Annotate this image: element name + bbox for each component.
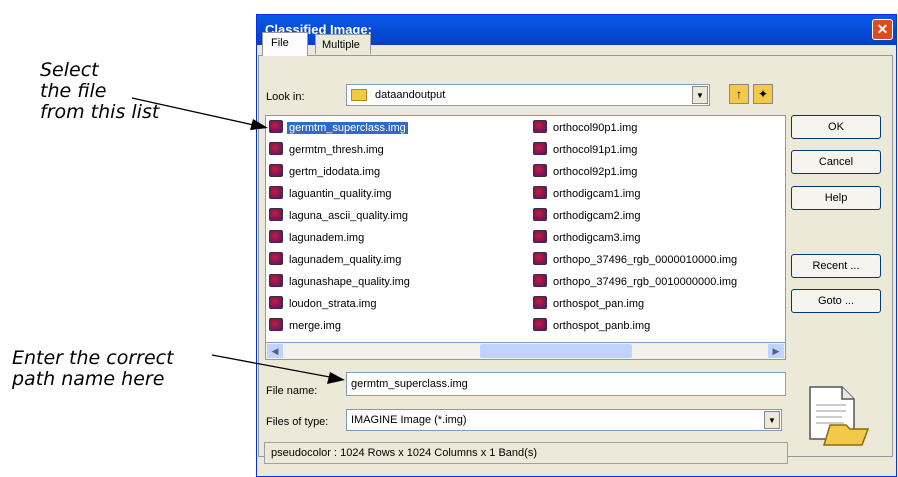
image-file-icon xyxy=(269,230,283,243)
callout-select-file: Select the file from this list xyxy=(40,59,160,123)
horizontal-scrollbar[interactable]: ◀ ▶ xyxy=(265,343,786,360)
list-item[interactable]: orthodigcam3.img xyxy=(533,230,642,246)
up-folder-icon: ↑ xyxy=(736,87,742,101)
list-item[interactable]: loudon_strata.img xyxy=(269,296,378,312)
list-item[interactable]: orthodigcam2.img xyxy=(533,208,642,224)
ok-button[interactable]: OK xyxy=(791,115,881,139)
image-file-icon xyxy=(533,252,547,265)
image-file-icon xyxy=(533,208,547,221)
list-item[interactable]: orthocol91p1.img xyxy=(533,142,639,158)
list-item[interactable]: orthopo_37496_rgb_0010000000.img xyxy=(533,274,739,290)
list-item[interactable]: germtm_thresh.img xyxy=(269,142,386,158)
scroll-right-button[interactable]: ▶ xyxy=(768,344,784,358)
image-file-icon xyxy=(533,142,547,155)
image-file-icon xyxy=(269,296,283,309)
list-item[interactable]: orthodigcam1.img xyxy=(533,186,642,202)
list-item[interactable]: germtm_superclass.img xyxy=(269,120,408,136)
image-file-icon xyxy=(533,274,547,287)
chevron-down-icon[interactable]: ▼ xyxy=(764,411,780,429)
image-file-icon xyxy=(533,318,547,331)
folder-icon xyxy=(351,89,367,102)
look-in-combo[interactable]: dataandoutput ▼ xyxy=(346,84,710,106)
up-one-level-button[interactable]: ↑ xyxy=(729,84,749,104)
help-button[interactable]: Help xyxy=(791,186,881,210)
close-button[interactable]: ✕ xyxy=(872,19,893,40)
status-bar: pseudocolor : 1024 Rows x 1024 Columns x… xyxy=(264,442,788,464)
list-item[interactable]: orthocol92p1.img xyxy=(533,164,639,180)
list-item[interactable]: lagunashape_quality.img xyxy=(269,274,412,290)
cancel-button[interactable]: Cancel xyxy=(791,150,881,174)
new-folder-icon: ✦ xyxy=(757,87,769,101)
scroll-left-button[interactable]: ◀ xyxy=(267,344,283,358)
list-item[interactable]: lagunadem_quality.img xyxy=(269,252,403,268)
tab-multiple[interactable]: Multiple xyxy=(315,34,371,54)
image-file-icon xyxy=(269,208,283,221)
new-folder-button[interactable]: ✦ xyxy=(753,84,773,104)
look-in-value: dataandoutput xyxy=(375,89,446,101)
goto-button[interactable]: Goto ... xyxy=(791,289,881,313)
callout-enter-path: Enter the correct path name here xyxy=(12,347,174,390)
image-file-icon xyxy=(533,186,547,199)
image-file-icon xyxy=(269,164,283,177)
list-item[interactable]: laguantin_quality.img xyxy=(269,186,394,202)
list-item[interactable]: orthospot_panb.img xyxy=(533,318,652,334)
open-document-icon xyxy=(809,386,870,446)
list-item[interactable]: lagunadem.img xyxy=(269,230,366,246)
files-of-type-label: Files of type: xyxy=(266,416,329,428)
image-file-icon xyxy=(533,164,547,177)
file-name-label: File name: xyxy=(266,385,318,397)
list-item[interactable]: orthocol90p1.img xyxy=(533,120,639,136)
list-item[interactable]: gertm_idodata.img xyxy=(269,164,382,180)
list-item[interactable]: orthospot_pan.img xyxy=(533,296,646,312)
file-name-value: germtm_superclass.img xyxy=(351,378,468,390)
image-file-icon xyxy=(269,142,283,155)
files-of-type-combo[interactable]: IMAGINE Image (*.img) ▼ xyxy=(346,409,782,431)
chevron-left-icon: ◀ xyxy=(271,346,279,356)
image-file-icon xyxy=(269,252,283,265)
file-list[interactable]: germtm_superclass.img germtm_thresh.img … xyxy=(265,115,786,343)
chevron-right-icon: ▶ xyxy=(772,346,780,356)
recent-button[interactable]: Recent ... xyxy=(791,254,881,278)
scrollbar-thumb[interactable] xyxy=(480,344,632,358)
look-in-label: Look in: xyxy=(266,91,305,103)
image-file-icon xyxy=(533,296,547,309)
list-item[interactable]: orthopo_37496_rgb_0000010000.img xyxy=(533,252,739,268)
list-item[interactable]: laguna_ascii_quality.img xyxy=(269,208,410,224)
image-file-icon xyxy=(269,318,283,331)
image-file-icon xyxy=(269,120,283,133)
image-file-icon xyxy=(533,120,547,133)
image-file-icon xyxy=(533,230,547,243)
chevron-down-icon[interactable]: ▼ xyxy=(692,86,708,104)
image-file-icon xyxy=(269,274,283,287)
image-file-icon xyxy=(269,186,283,199)
list-item[interactable]: merge.img xyxy=(269,318,343,334)
tab-file[interactable]: File xyxy=(262,32,308,56)
close-icon: ✕ xyxy=(876,21,889,37)
file-name-input[interactable]: germtm_superclass.img xyxy=(346,372,786,396)
files-of-type-value: IMAGINE Image (*.img) xyxy=(351,414,467,426)
